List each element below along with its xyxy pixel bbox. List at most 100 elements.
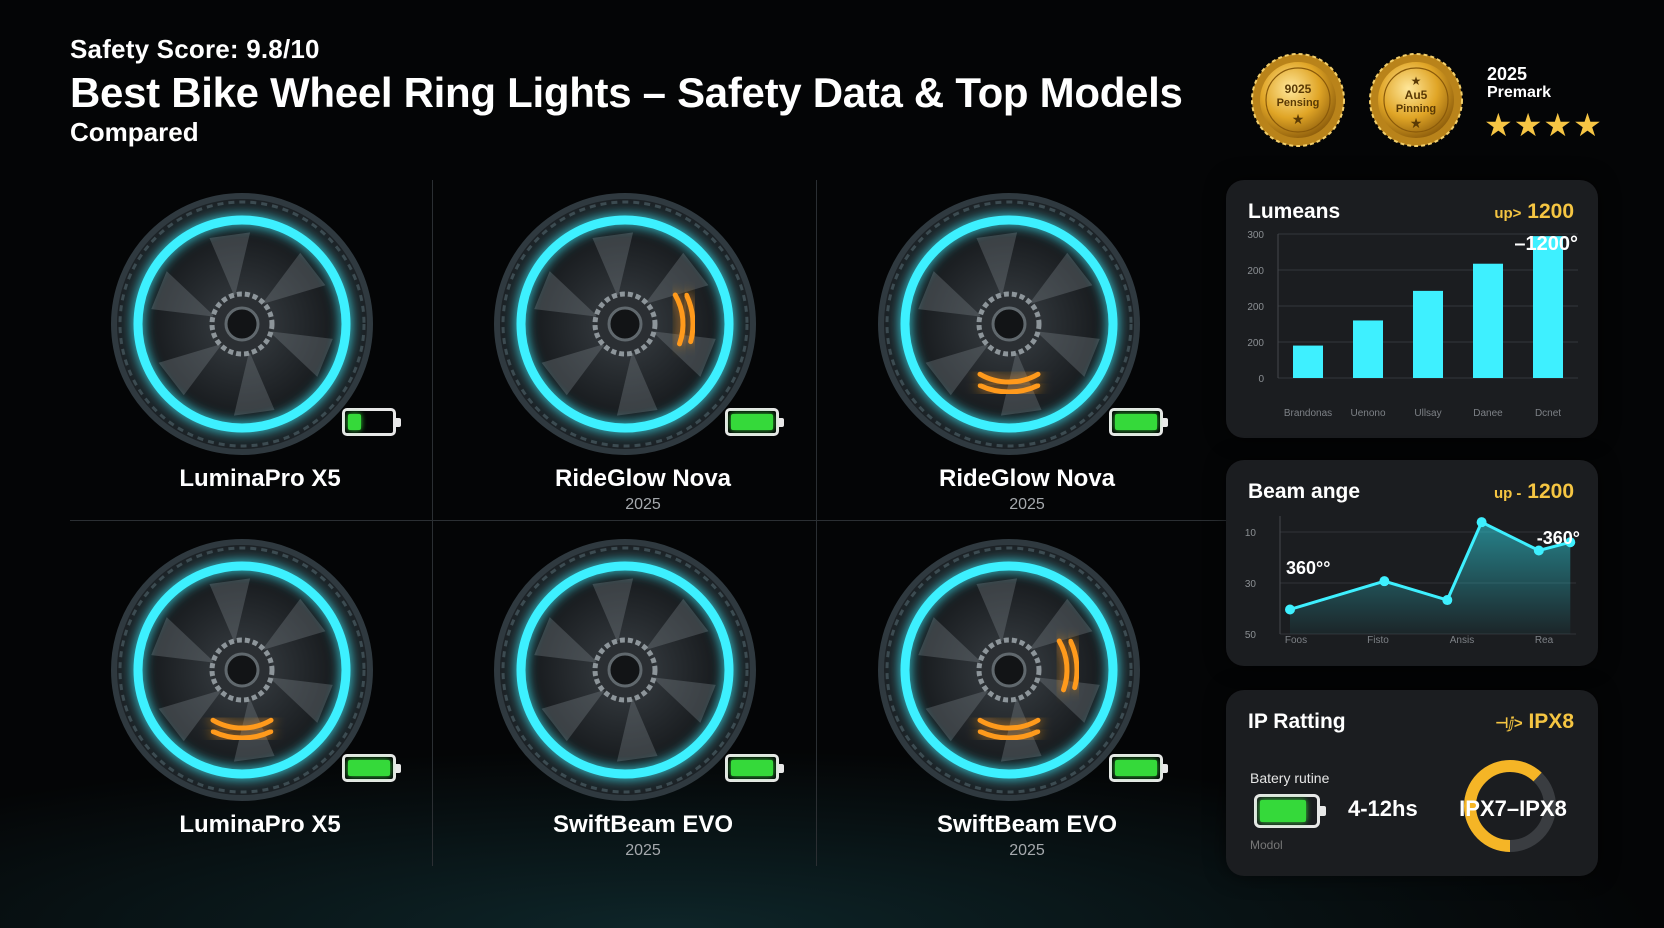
battery-icon (342, 408, 401, 436)
hub-center (607, 306, 643, 342)
product-name: SwiftBeam EVO (936, 811, 1118, 838)
wheel-svg (494, 193, 756, 455)
bar (1413, 290, 1443, 378)
y-tick-label: 200 (1247, 266, 1264, 277)
ip-badge-prefix: ⊣ⅉ> (1495, 715, 1523, 732)
award-badge-line2: Pensing (1276, 97, 1320, 109)
battery-level (1115, 414, 1157, 430)
lumens-annotation: –1200° (1514, 233, 1578, 255)
ip-title: IP Ratting (1248, 710, 1346, 733)
product-name: RideGlow Nova (554, 465, 732, 492)
product-card[interactable]: SwiftBeam EVO 2025 (837, 526, 1217, 866)
product-grid: LuminaPro X5 RideGlow Nova 2025 RideGlow… (70, 180, 1226, 866)
product-year: 2025 (625, 842, 661, 859)
wheel-light-icon (491, 536, 759, 804)
product-card[interactable]: RideGlow Nova 2025 (837, 180, 1217, 520)
product-card[interactable]: LuminaPro X5 (70, 526, 450, 866)
wheel-svg (111, 193, 373, 455)
y-tick-label: 200 (1247, 302, 1264, 313)
battery-level (1260, 800, 1306, 822)
battery-icon (1109, 754, 1168, 782)
page-subtitle: Compared (70, 117, 199, 147)
hub-center (224, 306, 260, 342)
y-tick-label: 0 (1258, 374, 1264, 385)
beam-annotation-right: -360° (1537, 528, 1580, 548)
wheel-svg (494, 539, 756, 801)
data-point (1476, 517, 1487, 528)
star-icon: ★ (1410, 74, 1422, 88)
bar (1533, 236, 1563, 378)
x-tick-label: Rea (1535, 635, 1554, 646)
hub-center (991, 652, 1027, 688)
product-name: SwiftBeam EVO (552, 811, 734, 838)
x-tick-label: Dcnet (1535, 408, 1561, 419)
data-point (1285, 604, 1295, 615)
bar (1353, 320, 1383, 378)
product-name: LuminaPro X5 (179, 811, 341, 838)
award-stars: ★★★★ (1484, 107, 1603, 143)
product-year: 2025 (625, 496, 661, 513)
x-tick-label: Danee (1473, 408, 1503, 419)
beam-panel: Beam ange up - 1200 10 30 50 Foos Fisto Ansis… (1226, 460, 1598, 666)
wheel-light-icon (875, 190, 1143, 458)
award-year: 2025 (1487, 64, 1528, 84)
wheel-svg (878, 193, 1140, 455)
bar (1293, 345, 1323, 378)
awards: 9025 Pensing ★ ★ Au5 Pinning ★ 2025 Prem… (1250, 52, 1610, 152)
product-name: LuminaPro X5 (179, 465, 341, 492)
star-icon: ★ (1291, 111, 1305, 127)
wheel-light-icon (108, 190, 376, 458)
product-card[interactable]: RideGlow Nova 2025 (453, 180, 833, 520)
data-point (1442, 595, 1453, 606)
x-tick-label: Brandonas (1284, 408, 1332, 419)
grid-divider (70, 520, 1226, 521)
wheel-light-icon (108, 536, 376, 804)
product-card[interactable]: SwiftBeam EVO 2025 (453, 526, 833, 866)
battery-level (1115, 760, 1157, 776)
y-tick-label: 10 (1245, 528, 1257, 539)
ip-panel: IP Ratting ⊣ⅉ> IPX8 Batery rutine 4-12hs… (1226, 690, 1598, 876)
x-tick-label: Foos (1285, 635, 1307, 646)
battery-level (348, 760, 390, 776)
y-tick-label: 50 (1245, 630, 1257, 641)
data-point (1379, 576, 1390, 587)
bar (1473, 263, 1503, 378)
award-name: Premark (1487, 84, 1552, 101)
page-title: Best Bike Wheel Ring Lights – Safety Dat… (70, 69, 1183, 116)
wheel-light-icon (491, 190, 759, 458)
award-badge-line1: Au5 (1404, 88, 1428, 102)
battery-level (731, 760, 773, 776)
battery-icon (1109, 408, 1168, 436)
battery-level (348, 414, 361, 430)
y-tick-label: 300 (1247, 230, 1264, 241)
award-badge-1: 9025 Pensing ★ (1250, 52, 1346, 148)
lumens-bar-chart: 300 200 200 200 0 Brandonas Uenono Ullsay Danee D… (1247, 230, 1578, 419)
product-year: 2025 (1009, 496, 1045, 513)
wheel-svg (111, 539, 373, 801)
x-tick-label: Uenono (1350, 408, 1385, 419)
ip-badge: ⊣ⅉ> IPX8 (1495, 710, 1574, 734)
battery-icon (342, 754, 401, 782)
battery-icon (1254, 794, 1326, 828)
x-tick-label: Ansis (1450, 635, 1474, 646)
x-tick-label: Fisto (1367, 635, 1389, 646)
wheel-light-icon (875, 536, 1143, 804)
hub-center (991, 306, 1027, 342)
product-year: 2025 (1009, 842, 1045, 859)
product-card[interactable]: LuminaPro X5 (70, 180, 450, 520)
ip-footer: Modol (1250, 838, 1283, 852)
beam-annotation-left: 360°° (1286, 558, 1330, 578)
battery-icon (725, 754, 784, 782)
award-badge-2: ★ Au5 Pinning ★ (1368, 52, 1464, 148)
ip-runtime: 4-12hs (1348, 796, 1418, 821)
safety-score: Safety Score: 9.8/10 (70, 34, 320, 64)
area-fill (1290, 522, 1571, 634)
battery-level (731, 414, 773, 430)
hub-center (224, 652, 260, 688)
y-tick-label: 30 (1245, 579, 1257, 590)
x-tick-label: Ullsay (1414, 408, 1441, 419)
star-icon: ★ (1409, 115, 1423, 131)
award-badge-line1: 9025 (1284, 82, 1312, 96)
beam-area-chart: 10 30 50 Foos Fisto Ansis Rea 360°° -360° (1245, 516, 1580, 646)
award-badge-line2: Pinning (1395, 103, 1437, 115)
